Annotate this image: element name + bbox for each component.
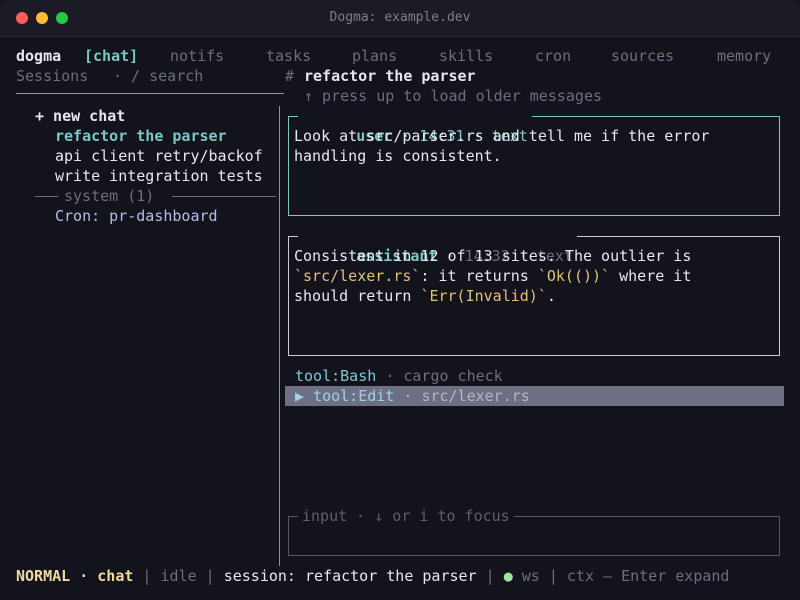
sidebar-item-session-active[interactable]: refactor the parser [55, 126, 227, 146]
chat-title-hash: # [285, 67, 295, 85]
sidebar-divider [16, 93, 284, 94]
user-message-line: handling is consistent. [294, 147, 502, 165]
chat-title: refactor the parser [304, 67, 476, 85]
terminal-window: Dogma: example.dev dogma [chat] notifs t… [0, 0, 800, 600]
status-session: session: refactor the parser [223, 567, 477, 585]
app-name: dogma [16, 47, 62, 65]
tab-cron[interactable]: cron [535, 46, 571, 66]
sidebar-item-session[interactable]: api client retry/backof [55, 146, 263, 166]
status-state: idle [160, 567, 197, 585]
tool-call-bash[interactable]: tool:Bash · cargo check [295, 366, 503, 386]
sidebar-header: Sessions [16, 67, 89, 85]
ws-label: ws [521, 567, 540, 585]
inline-code: `Ok(())` [537, 267, 611, 285]
system-divider-right [172, 196, 276, 197]
assistant-message-line: `src/lexer.rs`: it returns `Ok(())` wher… [294, 267, 692, 285]
sidebar-search-hint[interactable]: · / search [113, 66, 203, 86]
system-divider-left [35, 196, 58, 197]
tab-chat[interactable]: [chat] [84, 46, 138, 66]
new-chat-button[interactable]: + new chat [35, 106, 125, 126]
tab-tasks[interactable]: tasks [266, 46, 311, 66]
title-bar: Dogma: example.dev [0, 0, 800, 37]
input-placeholder: input · ↓ or i to focus [298, 506, 514, 526]
inline-code: `src/lexer.rs` [294, 267, 421, 285]
tab-sources[interactable]: sources [611, 46, 674, 66]
tab-memory[interactable]: memory [717, 46, 771, 66]
window-title: Dogma: example.dev [329, 10, 471, 25]
mode-indicator: NORMAL · chat [16, 567, 134, 585]
pane-divider [279, 106, 280, 566]
sidebar-item-session[interactable]: write integration tests [55, 166, 263, 186]
keyboard-hint: ctx — Enter expand [566, 567, 730, 585]
load-older-hint[interactable]: ↑ press up to load older messages [304, 86, 602, 106]
sidebar-item-cron-session[interactable]: Cron: pr-dashboard [55, 206, 218, 226]
inline-code: `Err(Invalid)` [420, 287, 547, 305]
user-message-line: Look at src/parser.rs and tell me if the… [294, 127, 710, 145]
assistant-message-line: should return `Err(Invalid)`. [294, 287, 556, 305]
assistant-message-line: Consistent in 12 of 13 sites. The outlie… [294, 247, 692, 265]
tool-call-edit[interactable]: ▶ tool:Edit · src/lexer.rs [295, 386, 530, 406]
status-bar: NORMAL · chat | idle | session: refactor… [16, 567, 730, 585]
selection-caret-icon: ▶ [295, 387, 305, 405]
system-section-header: system (1) [64, 187, 155, 205]
tab-plans[interactable]: plans [352, 46, 397, 66]
ws-status-icon: ● [503, 567, 513, 585]
tab-notifs[interactable]: notifs [170, 46, 224, 66]
tab-skills[interactable]: skills [439, 46, 493, 66]
message-input[interactable]: input · ↓ or i to focus [288, 506, 780, 556]
